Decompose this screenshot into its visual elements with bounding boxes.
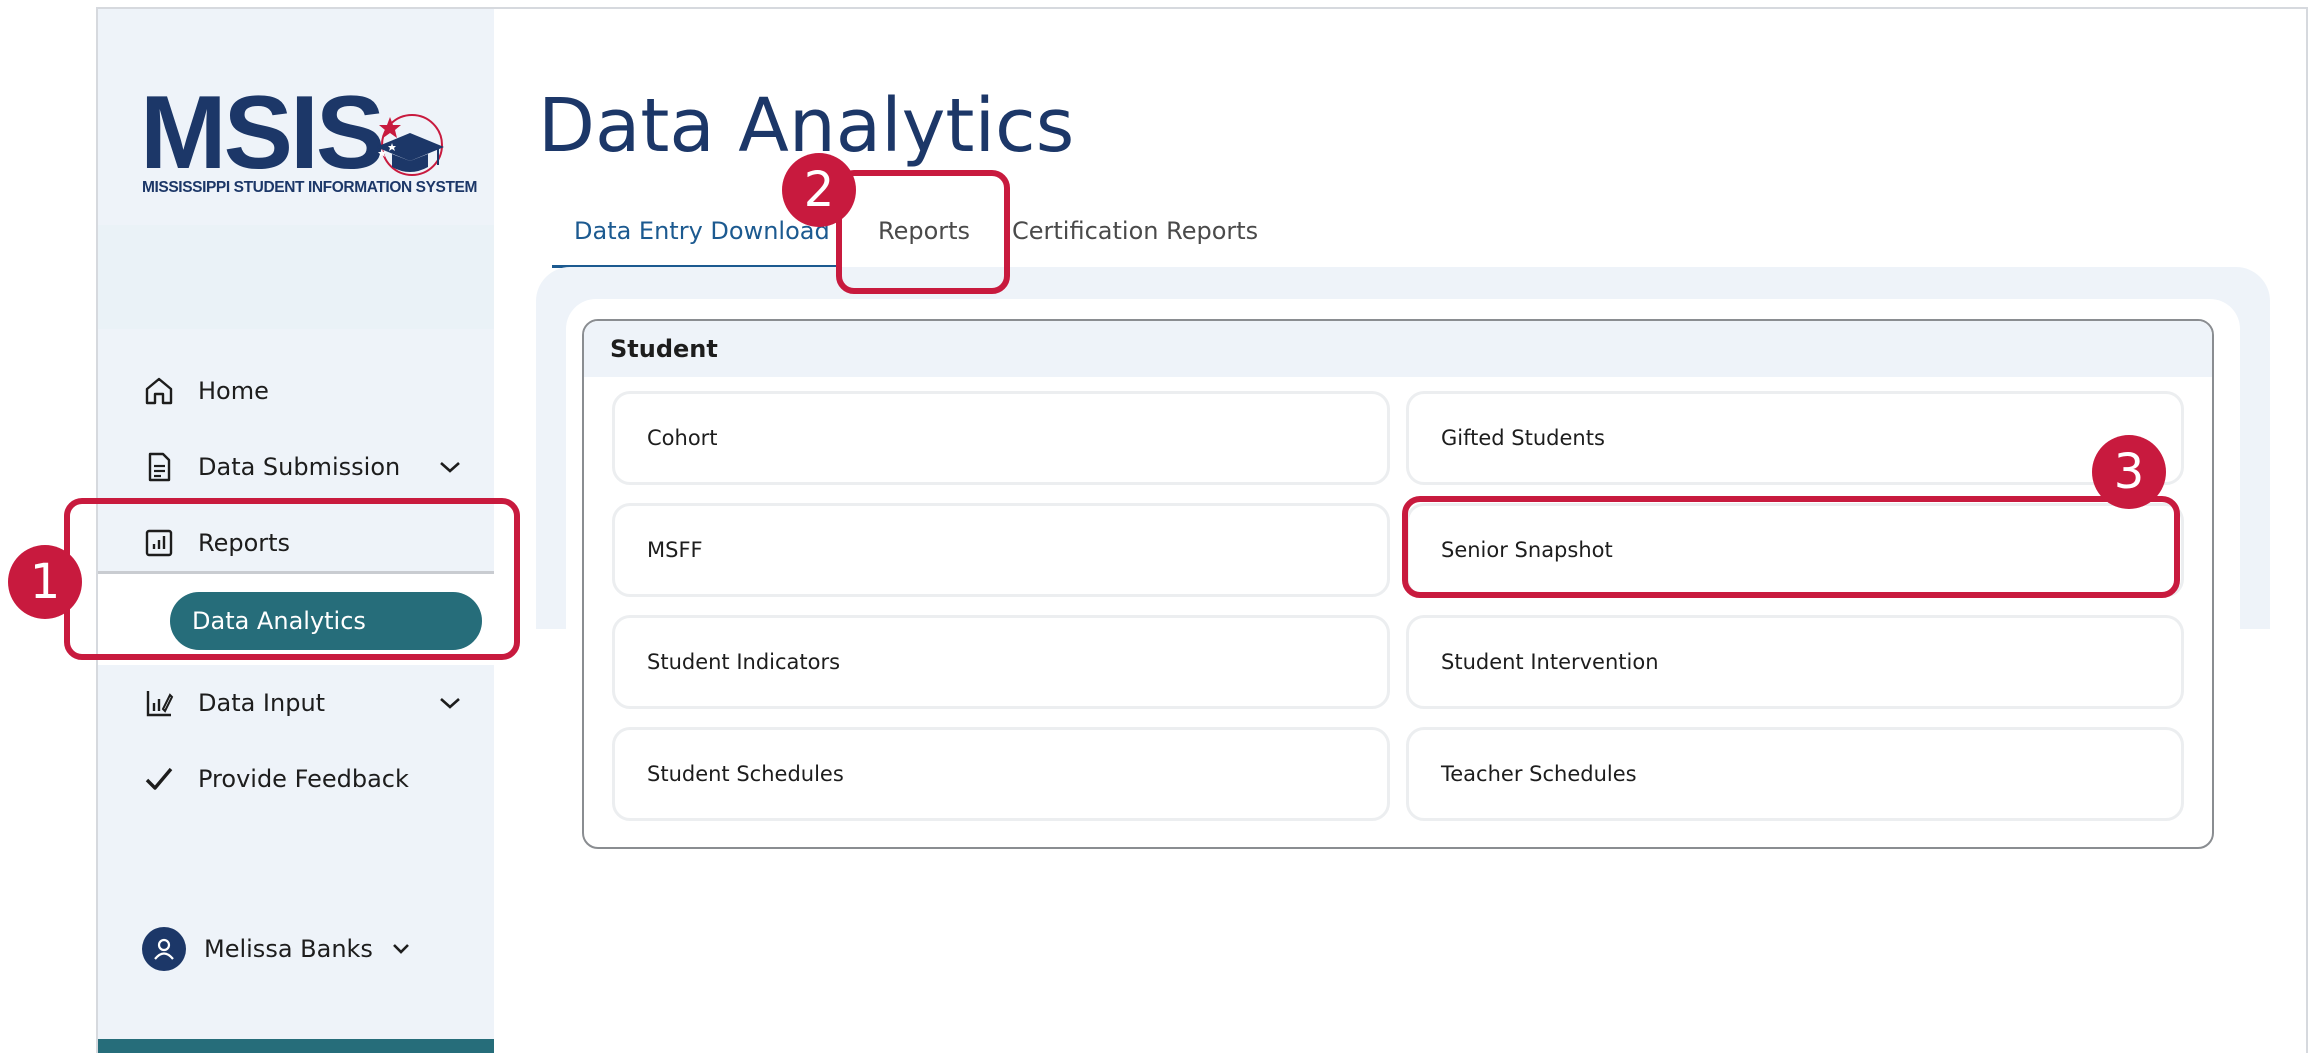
sidebar-item-data-submission[interactable]: Data Submission (142, 445, 400, 489)
annotation-step-badge: 1 (8, 545, 82, 619)
graduation-cap-star-icon (376, 114, 444, 176)
user-menu[interactable]: Melissa Banks (142, 927, 411, 971)
report-item-cohort[interactable]: Cohort (612, 391, 1390, 485)
report-item-student-intervention[interactable]: Student Intervention (1406, 615, 2184, 709)
logo-wordmark: MSIS (140, 75, 385, 191)
section-heading: Student (584, 321, 2212, 377)
sidebar-item-home[interactable]: Home (142, 369, 269, 413)
tab-certification-reports[interactable]: Certification Reports (1012, 217, 1258, 267)
chart-edit-icon (142, 686, 176, 720)
user-name: Melissa Banks (204, 935, 373, 963)
report-item-msff[interactable]: MSFF (612, 503, 1390, 597)
sidebar-item-provide-feedback[interactable]: Provide Feedback (142, 757, 409, 801)
sidebar-bottom-bar (98, 1039, 494, 1053)
annotation-highlight-senior-snapshot (1402, 496, 2180, 598)
report-item-gifted-students[interactable]: Gifted Students (1406, 391, 2184, 485)
sidebar-item-label: Data Input (198, 689, 326, 717)
annotation-step-badge: 2 (782, 153, 856, 227)
checkmark-icon (142, 762, 176, 796)
sidebar-item-label: Data Submission (198, 453, 401, 481)
chevron-down-icon[interactable] (438, 459, 462, 475)
annotation-highlight-reports (64, 498, 520, 660)
report-item-student-schedules[interactable]: Student Schedules (612, 727, 1390, 821)
annotation-step-badge: 3 (2092, 435, 2166, 509)
tab-data-entry-download[interactable]: Data Entry Download (574, 217, 830, 267)
chevron-down-icon (393, 944, 409, 954)
annotation-highlight-reports-tab (836, 170, 1010, 294)
sidebar-item-label: Provide Feedback (198, 765, 409, 793)
report-item-teacher-schedules[interactable]: Teacher Schedules (1406, 727, 2184, 821)
document-icon (142, 450, 176, 484)
sidebar-item-data-input[interactable]: Data Input (142, 681, 325, 725)
home-icon (142, 374, 176, 408)
report-item-student-indicators[interactable]: Student Indicators (612, 615, 1390, 709)
logo-divider-band (98, 225, 494, 329)
sidebar-item-label: Home (198, 377, 269, 405)
logo[interactable]: MSIS MISSISSIPPI STUDENT INFORMATION SYS… (98, 9, 494, 225)
chevron-down-icon[interactable] (438, 695, 462, 711)
logo-subtitle: MISSISSIPPI STUDENT INFORMATION SYSTEM (142, 179, 478, 196)
user-avatar-icon (142, 927, 186, 971)
